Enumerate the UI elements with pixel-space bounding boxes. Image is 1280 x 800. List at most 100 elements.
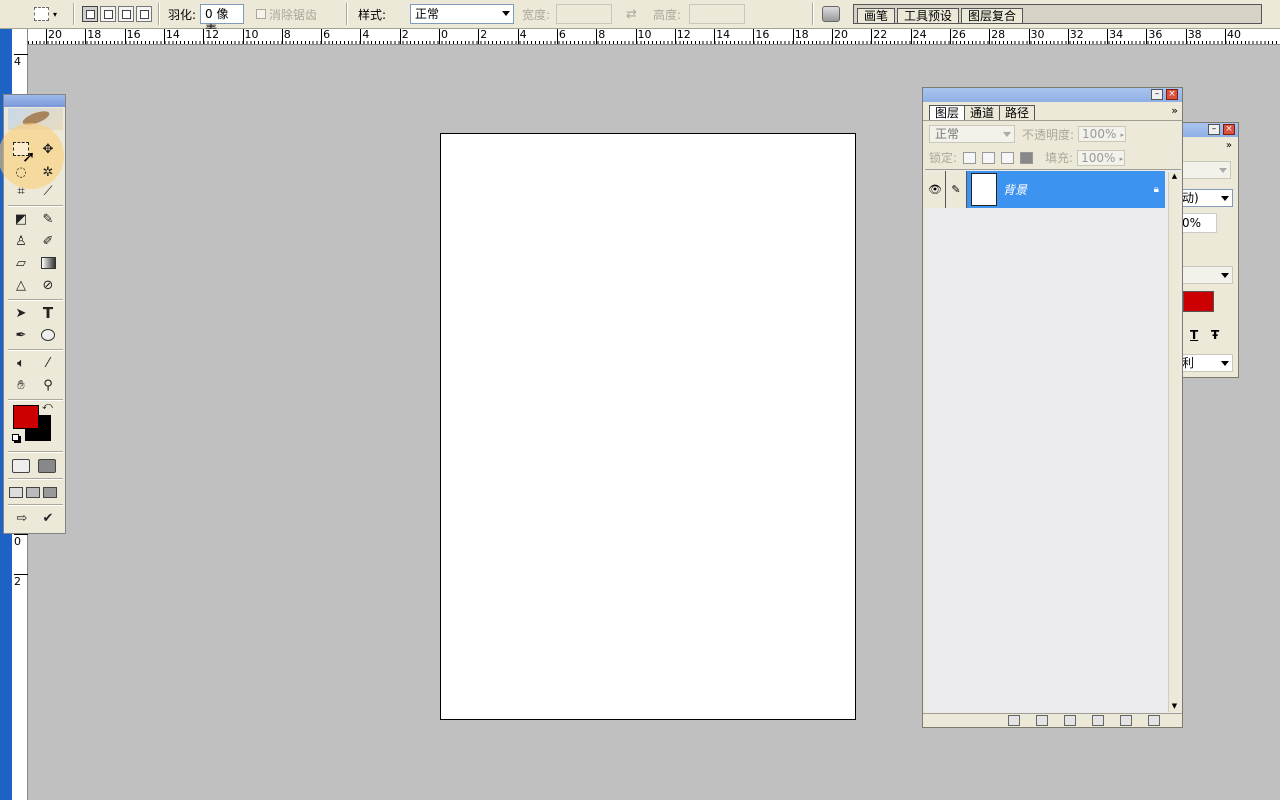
jump-to-imageready-button[interactable]: ⇨ — [10, 508, 34, 528]
ruler-label: 2 — [14, 575, 21, 588]
close-icon[interactable]: × — [1223, 124, 1235, 135]
palette-well-tab-tool-presets[interactable]: 工具预设 — [897, 8, 960, 23]
slice-tool[interactable]: ⟋ — [36, 181, 60, 201]
jump-icon: ⇨ — [16, 510, 28, 526]
layer-mask-icon[interactable] — [1036, 715, 1048, 726]
printer-icon[interactable] — [822, 6, 840, 22]
swap-icon[interactable]: ⇄ — [626, 7, 637, 22]
eraser-tool[interactable]: ▱ — [9, 253, 33, 273]
leading-select[interactable]: 动) — [1179, 189, 1233, 207]
antialias-method-select[interactable]: 利 — [1179, 354, 1233, 372]
blend-mode-select[interactable]: 正常 — [929, 125, 1015, 143]
new-group-icon[interactable] — [1064, 715, 1076, 726]
layer-visibility-toggle[interactable]: 👁︎ — [925, 171, 946, 208]
healing-brush-tool[interactable]: ◩ — [9, 209, 33, 229]
gradient-tool[interactable] — [36, 253, 60, 273]
height-input[interactable] — [689, 4, 746, 24]
toolbox-header[interactable] — [4, 95, 65, 107]
screen-mode-full-menu[interactable] — [24, 482, 42, 502]
character-palette-titlebar[interactable]: – × — [1179, 123, 1238, 137]
notes-tool[interactable]: 🔈︎ — [9, 353, 33, 373]
antialias-checkbox[interactable] — [256, 9, 266, 19]
close-icon[interactable]: × — [1166, 89, 1178, 100]
divider — [812, 3, 814, 25]
brush-tool[interactable]: ✎ — [36, 209, 60, 229]
standard-mode-button[interactable] — [9, 456, 33, 476]
fill-input[interactable]: 100% ▸ — [1077, 149, 1126, 166]
font-family-select[interactable] — [1179, 161, 1231, 179]
new-selection-icon[interactable] — [82, 6, 98, 22]
layer-style-icon[interactable] — [1008, 715, 1020, 726]
underline-icon[interactable]: T — [1190, 328, 1198, 342]
tab-paths[interactable]: 路径 — [999, 105, 1036, 120]
adjustment-layer-icon[interactable] — [1092, 715, 1104, 726]
minimize-icon[interactable]: – — [1151, 89, 1163, 100]
tab-channels[interactable]: 通道 — [964, 105, 1001, 120]
move-tool[interactable]: ✥ — [36, 139, 60, 159]
photoshop-logo[interactable] — [8, 108, 63, 130]
layers-palette-titlebar[interactable]: – × — [923, 88, 1182, 102]
strikethrough-icon[interactable]: Ŧ — [1211, 328, 1219, 342]
add-selection-icon[interactable] — [100, 6, 116, 22]
feather-input[interactable]: 0 像素 — [200, 4, 245, 37]
opacity-input[interactable]: 100% ▸ — [1078, 126, 1127, 142]
layer-link-cell[interactable]: ✎ — [946, 171, 967, 208]
layer-row[interactable]: 👁︎ ✎ 背景 🔒︎ — [925, 171, 1165, 208]
hand-tool[interactable]: ✋︎ — [9, 375, 33, 395]
checklist-button[interactable]: ✔ — [36, 508, 60, 528]
pen-tool[interactable]: ✒ — [9, 325, 33, 345]
zoom-tool[interactable]: ⚲ — [36, 375, 60, 395]
lock-transparency-icon[interactable] — [963, 151, 977, 164]
magic-wand-tool[interactable]: ✲ — [36, 162, 60, 182]
text-color-swatch[interactable] — [1183, 291, 1214, 312]
shape-tool[interactable] — [36, 325, 60, 345]
clone-stamp-tool[interactable]: ♙ — [9, 231, 33, 251]
lock-pixels-icon[interactable] — [982, 151, 996, 164]
lock-position-icon[interactable] — [1001, 151, 1015, 164]
tab-layers[interactable]: 图层 — [929, 105, 966, 120]
document-canvas[interactable] — [440, 133, 856, 720]
intersect-selection-icon[interactable] — [136, 6, 152, 22]
swap-colors-icon[interactable]: ⤺ — [42, 401, 53, 412]
tracking-input[interactable]: 0% — [1179, 213, 1217, 233]
layers-scrollbar[interactable]: ▲ ▼ — [1168, 172, 1180, 712]
style-select[interactable]: 正常 — [410, 4, 514, 24]
type-tool[interactable]: T — [36, 303, 60, 323]
path-select-tool[interactable]: ➤ — [9, 303, 33, 323]
palette-menu-icon[interactable]: » — [1226, 140, 1232, 151]
screen-mode-full[interactable] — [41, 482, 59, 502]
history-brush-tool[interactable]: ✐ — [36, 231, 60, 251]
blur-tool[interactable]: △ — [9, 275, 33, 295]
screen-mode-standard[interactable] — [7, 482, 25, 502]
subtract-selection-icon[interactable] — [118, 6, 134, 22]
gradient-icon — [40, 257, 56, 269]
ruler-major-tick — [871, 29, 873, 44]
palette-well-tab-brushes[interactable]: 画笔 — [857, 8, 896, 23]
options-bar: ▾ 羽化: 0 像素 消除锯齿 样式: 正常 宽度: ⇄ 高度: — [0, 0, 1280, 37]
crop-tool[interactable]: ⌗ — [9, 181, 33, 201]
trash-icon[interactable] — [1148, 715, 1160, 726]
scroll-up-icon[interactable]: ▲ — [1169, 172, 1180, 180]
foreground-color-swatch[interactable] — [13, 405, 39, 429]
pen-icon: ✒ — [15, 327, 27, 343]
palette-well-tab-layer-comps[interactable]: 图层复合 — [961, 8, 1024, 23]
bandage-icon: ◩ — [14, 211, 28, 227]
ruler-label: 10 — [244, 29, 259, 41]
new-layer-icon[interactable] — [1120, 715, 1132, 726]
character-palette: – × » 动) 0% T Ŧ 利 — [1178, 122, 1239, 378]
eyedropper-tool[interactable]: ⁄ — [36, 353, 60, 373]
default-colors-icon[interactable] — [12, 434, 19, 441]
marquee-preset-picker[interactable]: ▾ — [34, 0, 57, 28]
ruler-major-tick — [242, 29, 244, 44]
lock-all-icon[interactable] — [1020, 151, 1034, 164]
baseline-select[interactable] — [1179, 266, 1233, 284]
quick-mask-button[interactable] — [35, 456, 59, 476]
ruler-label: 6 — [323, 29, 331, 41]
palette-menu-icon[interactable]: » — [1171, 104, 1178, 117]
width-input[interactable] — [556, 4, 613, 24]
stamp-icon: ♙ — [15, 233, 27, 249]
dodge-tool[interactable]: ⊘ — [36, 275, 60, 295]
scroll-down-icon[interactable]: ▼ — [1169, 702, 1180, 710]
minimize-icon[interactable]: – — [1208, 124, 1220, 135]
ruler-label: 28 — [991, 29, 1006, 41]
